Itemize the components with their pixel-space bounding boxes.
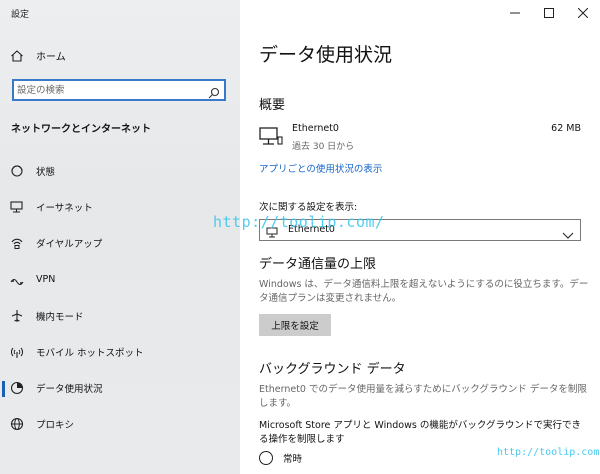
vpn-icon: [10, 273, 24, 287]
status-icon: [10, 164, 24, 178]
watermark: http://toolip.com/: [213, 213, 385, 231]
sidebar-item-label: プロキシ: [36, 420, 75, 432]
overview-row: Ethernet0 過去 30 日から 62 MB: [259, 121, 581, 153]
dialup-icon: [10, 236, 24, 250]
sidebar-item-data-usage[interactable]: データ使用状況: [0, 370, 240, 406]
sidebar-item-proxy[interactable]: プロキシ: [0, 406, 240, 442]
watermark-corner: http://toolip.com: [497, 447, 600, 458]
ethernet-icon: [10, 200, 24, 214]
show-settings-label: 次に関する設定を表示:: [259, 202, 358, 213]
airplane-icon: [10, 309, 24, 323]
background-data-description: Ethernet0 でのデータ使用量を減らすためにバックグラウンド データを制限…: [259, 384, 587, 409]
ethernet-icon: [259, 127, 283, 147]
sidebar-item-label: イーサネット: [36, 203, 93, 215]
search-box[interactable]: [12, 79, 226, 101]
sidebar-item-label: ダイヤルアップ: [36, 239, 103, 251]
hotspot-icon: [10, 345, 24, 359]
maximize-button[interactable]: [532, 0, 566, 26]
minimize-icon: [510, 12, 520, 14]
sidebar-item-status[interactable]: 状態: [0, 153, 240, 189]
background-data-heading: バックグラウンド データ: [259, 362, 406, 377]
search-icon[interactable]: [208, 84, 220, 99]
close-button[interactable]: [566, 0, 600, 26]
sidebar-item-label: データ使用状況: [36, 384, 103, 396]
window-controls: [498, 0, 600, 26]
usage-amount: 62 MB: [551, 123, 581, 134]
radio-label: 常時: [283, 454, 303, 465]
sidebar-item-label: ホーム: [36, 52, 66, 63]
sidebar-item-home[interactable]: ホーム: [10, 48, 66, 63]
search-input[interactable]: [17, 82, 205, 98]
home-icon: [10, 49, 24, 63]
radio-button[interactable]: [259, 451, 273, 465]
data-limit-heading: データ通信量の上限: [259, 257, 377, 272]
nav-list: 状態 イーサネット ダイヤルアップ VPN 機内モード モバイル ホットスポット…: [0, 153, 240, 443]
page-title: データ使用状況: [259, 44, 393, 66]
main-pane: データ使用状況 概要 Ethernet0 過去 30 日から 62 MB アプリ…: [240, 0, 600, 474]
usage-period: 過去 30 日から: [292, 142, 355, 152]
minimize-button[interactable]: [498, 0, 532, 26]
maximize-icon: [544, 8, 554, 18]
radio-always[interactable]: 常時: [259, 451, 302, 465]
sidebar-item-ethernet[interactable]: イーサネット: [0, 189, 240, 225]
section-heading: ネットワークとインターネット: [11, 124, 151, 135]
app-usage-link[interactable]: アプリごとの使用状況の表示: [259, 161, 382, 175]
connection-name: Ethernet0: [292, 123, 339, 134]
chevron-down-icon: [562, 225, 574, 239]
data-limit-description: Windows は、データ通信料上限を超えないようにするのに役立ちます。データ通…: [259, 279, 589, 304]
sidebar-item-hotspot[interactable]: モバイル ホットスポット: [0, 334, 240, 370]
sidebar-item-vpn[interactable]: VPN: [0, 262, 240, 298]
overview-heading: 概要: [259, 98, 286, 113]
sidebar-item-airplane[interactable]: 機内モード: [0, 298, 240, 334]
sidebar-item-label: VPN: [36, 274, 56, 286]
sidebar-item-label: 機内モード: [36, 311, 84, 323]
sidebar: 設定 ホーム ネットワークとインターネット 状態 イーサネット: [0, 0, 240, 474]
store-restriction-text: Microsoft Store アプリと Windows の機能がバックグラウン…: [259, 420, 581, 445]
sidebar-item-label: モバイル ホットスポット: [36, 348, 144, 360]
sidebar-item-dialup[interactable]: ダイヤルアップ: [0, 225, 240, 261]
globe-icon: [10, 417, 24, 431]
sidebar-item-label: 状態: [36, 167, 56, 179]
data-usage-icon: [10, 381, 24, 395]
set-limit-button[interactable]: 上限を設定: [259, 314, 331, 336]
close-icon: [578, 8, 588, 18]
app-title: 設定: [11, 10, 30, 20]
